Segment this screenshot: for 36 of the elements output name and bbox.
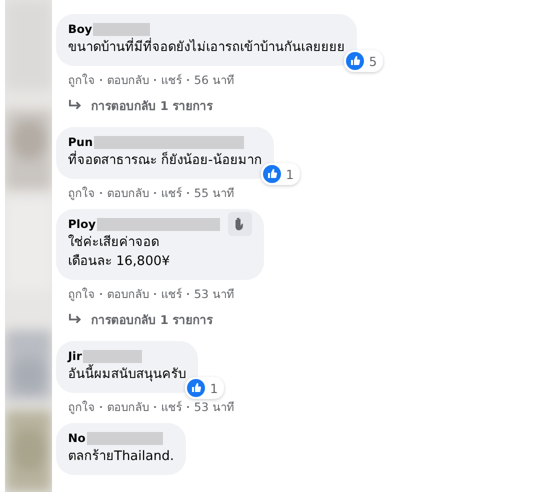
author-name[interactable]: Boy [68, 22, 92, 36]
action-link[interactable]: แชร์ [161, 398, 182, 416]
action-link[interactable]: แชร์ [161, 285, 182, 303]
action-link[interactable]: แชร์ [161, 71, 182, 89]
comment-text: ที่จอดสาธารณะ ก็ยังน้อย-น้อยมาก [68, 151, 262, 170]
author-name[interactable]: Ploy [68, 217, 96, 231]
action-link[interactable]: ถูกใจ [68, 398, 95, 416]
action-link[interactable]: ถูกใจ [68, 184, 95, 202]
reaction-count[interactable]: 1 [185, 377, 224, 399]
action-link[interactable]: ถูกใจ [68, 71, 95, 89]
reaction-count[interactable]: 1 [260, 163, 300, 185]
author-name[interactable]: No [68, 431, 86, 445]
action-link[interactable]: ตอบกลับ [107, 285, 149, 303]
replies-link[interactable]: การตอบกลับ 1 รายการ [91, 96, 213, 115]
action-link[interactable]: ตอบกลับ [107, 71, 149, 89]
timestamp[interactable]: 56 นาที [194, 71, 234, 89]
reply-arrow-icon [68, 313, 83, 326]
comment-text: ขนาดบ้านที่มีที่จอดยังไม่เอารถเข้าบ้านกันเลยยยย [68, 38, 345, 57]
author-name[interactable]: Jir [68, 349, 82, 363]
reaction-count[interactable]: 5 [344, 50, 383, 72]
author-name[interactable]: Pun [68, 135, 93, 149]
action-link[interactable]: ตอบกลับ [107, 398, 149, 416]
action-link[interactable]: ตอบกลับ [107, 184, 149, 202]
timestamp[interactable]: 53 นาที [194, 285, 234, 303]
timestamp[interactable]: 53 นาที [194, 398, 234, 416]
comment-text: ตลกร้ายThailand. [68, 448, 174, 466]
action-link[interactable]: ถูกใจ [68, 285, 95, 303]
comment-text: อันนี้ผมสนับสนุนครับ [68, 365, 186, 384]
replies-link[interactable]: การตอบกลับ 1 รายการ [91, 310, 213, 329]
reply-arrow-icon [68, 99, 83, 112]
thumbs-up-icon [262, 165, 281, 183]
action-link[interactable]: แชร์ [161, 184, 182, 202]
timestamp[interactable]: 55 นาที [194, 184, 234, 202]
thumbs-up-icon [187, 379, 206, 397]
thumbs-up-icon [346, 52, 364, 70]
comment-text: ใช่ค่ะเสียค่าจอด เดือนละ 16,800¥ [68, 234, 171, 271]
